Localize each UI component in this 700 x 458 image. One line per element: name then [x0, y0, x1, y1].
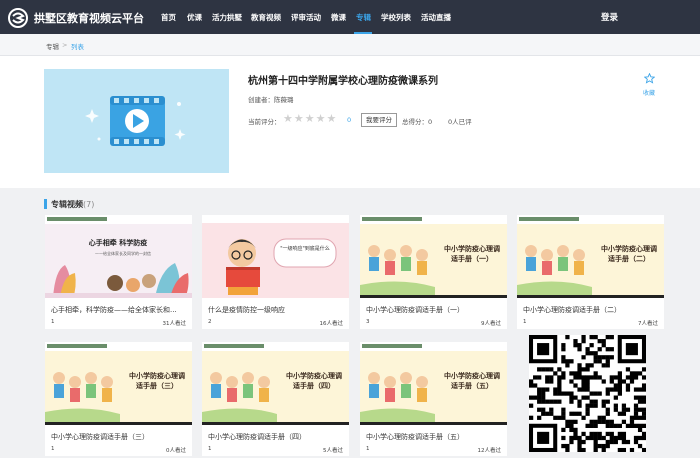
- rating-value: 0: [347, 116, 352, 124]
- section-count: (7): [83, 200, 95, 209]
- video-card[interactable]: 中小学防疫心理调 适手册（一） 中小学心理防疫调适手册（一） 3 9人看过: [360, 215, 507, 329]
- video-title[interactable]: 中小学心理防疫调适手册（三）: [51, 432, 187, 442]
- login-link[interactable]: 登录: [601, 11, 618, 23]
- thumb-title-text: 心手相牵 科学防疫: [89, 238, 147, 247]
- thumb-title-line1: 中小学防疫心理调: [601, 244, 657, 253]
- thumb-title-line1: 中小学防疫心理调: [286, 371, 342, 380]
- video-card[interactable]: "一级响应"到底是什么 什么是疫情防控一级响应 2 16人看过: [202, 215, 349, 329]
- breadcrumb-albums[interactable]: 专辑: [46, 41, 59, 51]
- thumb-title-line2: 适手册（一）: [451, 254, 493, 263]
- thumb-title-line1: 中小学防疫心理调: [444, 244, 500, 253]
- video-views: 7人看过: [638, 321, 658, 327]
- rating-stars[interactable]: ★ ★ ★ ★ ★: [283, 113, 336, 124]
- nav-live-events[interactable]: 活动直播: [421, 12, 451, 23]
- thumb-subtitle-text: ——给全体家长及同学的一封信: [95, 250, 151, 256]
- video-title[interactable]: 中小学心理防疫调适手册（四）: [208, 432, 344, 442]
- total-score: 总得分：0: [402, 118, 433, 126]
- favorite-star-icon: [643, 72, 655, 84]
- video-file-icon: [85, 96, 186, 146]
- video-card[interactable]: 中小学防疫心理调 适手册（二） 中小学心理防疫调适手册（二） 1 7人看过: [517, 215, 664, 329]
- video-card[interactable]: 中小学防疫心理调 适手册（三） 中小学心理防疫调适手册（三） 1 0人看过: [45, 342, 192, 456]
- thumb-title-line2: 适手册（二）: [608, 254, 650, 263]
- video-views: 31人看过: [162, 321, 187, 327]
- video-views: 9人看过: [481, 321, 501, 327]
- video-title[interactable]: 中小学心理防疫调适手册（五）: [366, 432, 502, 442]
- nav-albums[interactable]: 专辑: [356, 12, 371, 23]
- star-icon[interactable]: ★: [316, 113, 326, 124]
- thumb-title-line1: 中小学防疫心理调: [129, 371, 185, 380]
- section-title: 专辑视频(7): [51, 199, 94, 210]
- video-count: 3: [366, 319, 370, 325]
- video-count: 2: [208, 319, 212, 325]
- thumb-title-line2: 适手册（五）: [451, 381, 493, 390]
- star-icon[interactable]: ★: [294, 113, 304, 124]
- breadcrumb-separator: >: [62, 41, 68, 49]
- album-creator: 创建者：陈薇璐: [248, 96, 294, 104]
- rating-label: 当前评分：: [248, 118, 281, 126]
- video-card[interactable]: 中小学防疫心理调 适手册（五） 中小学心理防疫调适手册（五） 1 12人看过: [360, 342, 507, 456]
- nav-micro-lessons[interactable]: 微课: [331, 12, 346, 23]
- breadcrumb-list[interactable]: 列表: [71, 41, 84, 51]
- video-title[interactable]: 心手相牵，科学防疫——给全体家长和...: [51, 305, 187, 315]
- star-icon[interactable]: ★: [305, 113, 315, 124]
- video-count: 1: [208, 446, 212, 452]
- favorite-label: 收藏: [642, 90, 655, 97]
- thumb-title-line1: 中小学防疫心理调: [444, 371, 500, 380]
- video-views: 0人看过: [166, 448, 186, 454]
- top-navbar: 拱墅区教育视频云平台 首页 优课 活力拱墅 教育视频 评审活动 微课 专辑 学校…: [0, 0, 700, 34]
- qr-code: [529, 335, 647, 453]
- nav-quality-lessons[interactable]: 优课: [187, 12, 202, 23]
- nav-review-activities[interactable]: 评审活动: [291, 12, 321, 23]
- video-thumbnail[interactable]: 中小学防疫心理调 适手册（一）: [360, 215, 507, 298]
- breadcrumb: [0, 34, 700, 56]
- nav-home[interactable]: 首页: [161, 12, 176, 23]
- album-cover: [44, 69, 229, 173]
- nav-vibrant-gongshu[interactable]: 活力拱墅: [212, 12, 242, 23]
- video-thumbnail[interactable]: 中小学防疫心理调 适手册（三）: [45, 342, 192, 425]
- video-count: 1: [366, 446, 370, 452]
- video-views: 5人看过: [323, 448, 343, 454]
- favorite-button[interactable]: 收藏: [638, 72, 660, 97]
- section-accent: [44, 199, 47, 209]
- video-thumbnail[interactable]: 中小学防疫心理调 适手册（五）: [360, 342, 507, 425]
- video-count: 1: [51, 446, 55, 452]
- video-card[interactable]: 中小学防疫心理调 适手册（四） 中小学心理防疫调适手册（四） 1 5人看过: [202, 342, 349, 456]
- video-thumbnail[interactable]: 心手相牵 科学防疫 ——给全体家长及同学的一封信: [45, 215, 192, 298]
- video-thumbnail[interactable]: 中小学防疫心理调 适手册（二）: [517, 215, 664, 298]
- thumb-bubble-text: "一级响应"到底是什么: [280, 245, 330, 252]
- thumb-title-line2: 适手册（三）: [136, 381, 178, 390]
- section-title-text: 专辑视频: [51, 200, 83, 209]
- star-icon[interactable]: ★: [283, 113, 293, 124]
- thumb-title-line2: 适手册（四）: [293, 381, 335, 390]
- star-icon[interactable]: ★: [327, 113, 337, 124]
- video-title[interactable]: 中小学心理防疫调适手册（二）: [523, 305, 659, 315]
- qr-code-icon: [529, 335, 647, 453]
- rated-count: 0人已评: [448, 118, 472, 126]
- video-views: 16人看过: [319, 321, 344, 327]
- platform-logo-icon[interactable]: [8, 8, 28, 28]
- video-views: 12人看过: [477, 448, 502, 454]
- video-count: 1: [523, 319, 527, 325]
- video-thumbnail[interactable]: "一级响应"到底是什么: [202, 215, 349, 298]
- video-count: 1: [51, 319, 55, 325]
- album-title: 杭州第十四中学附属学校心理防疫微课系列: [248, 76, 438, 87]
- brand-name[interactable]: 拱墅区教育视频云平台: [34, 10, 144, 26]
- nav-school-list[interactable]: 学校列表: [381, 12, 411, 23]
- nav-education-video[interactable]: 教育视频: [251, 12, 281, 23]
- rate-button[interactable]: 我要评分: [361, 113, 397, 127]
- video-card[interactable]: 心手相牵 科学防疫 ——给全体家长及同学的一封信 心手相牵，科学防疫——给全体家…: [45, 215, 192, 329]
- video-thumbnail[interactable]: 中小学防疫心理调 适手册（四）: [202, 342, 349, 425]
- video-title[interactable]: 什么是疫情防控一级响应: [208, 305, 344, 315]
- video-title[interactable]: 中小学心理防疫调适手册（一）: [366, 305, 502, 315]
